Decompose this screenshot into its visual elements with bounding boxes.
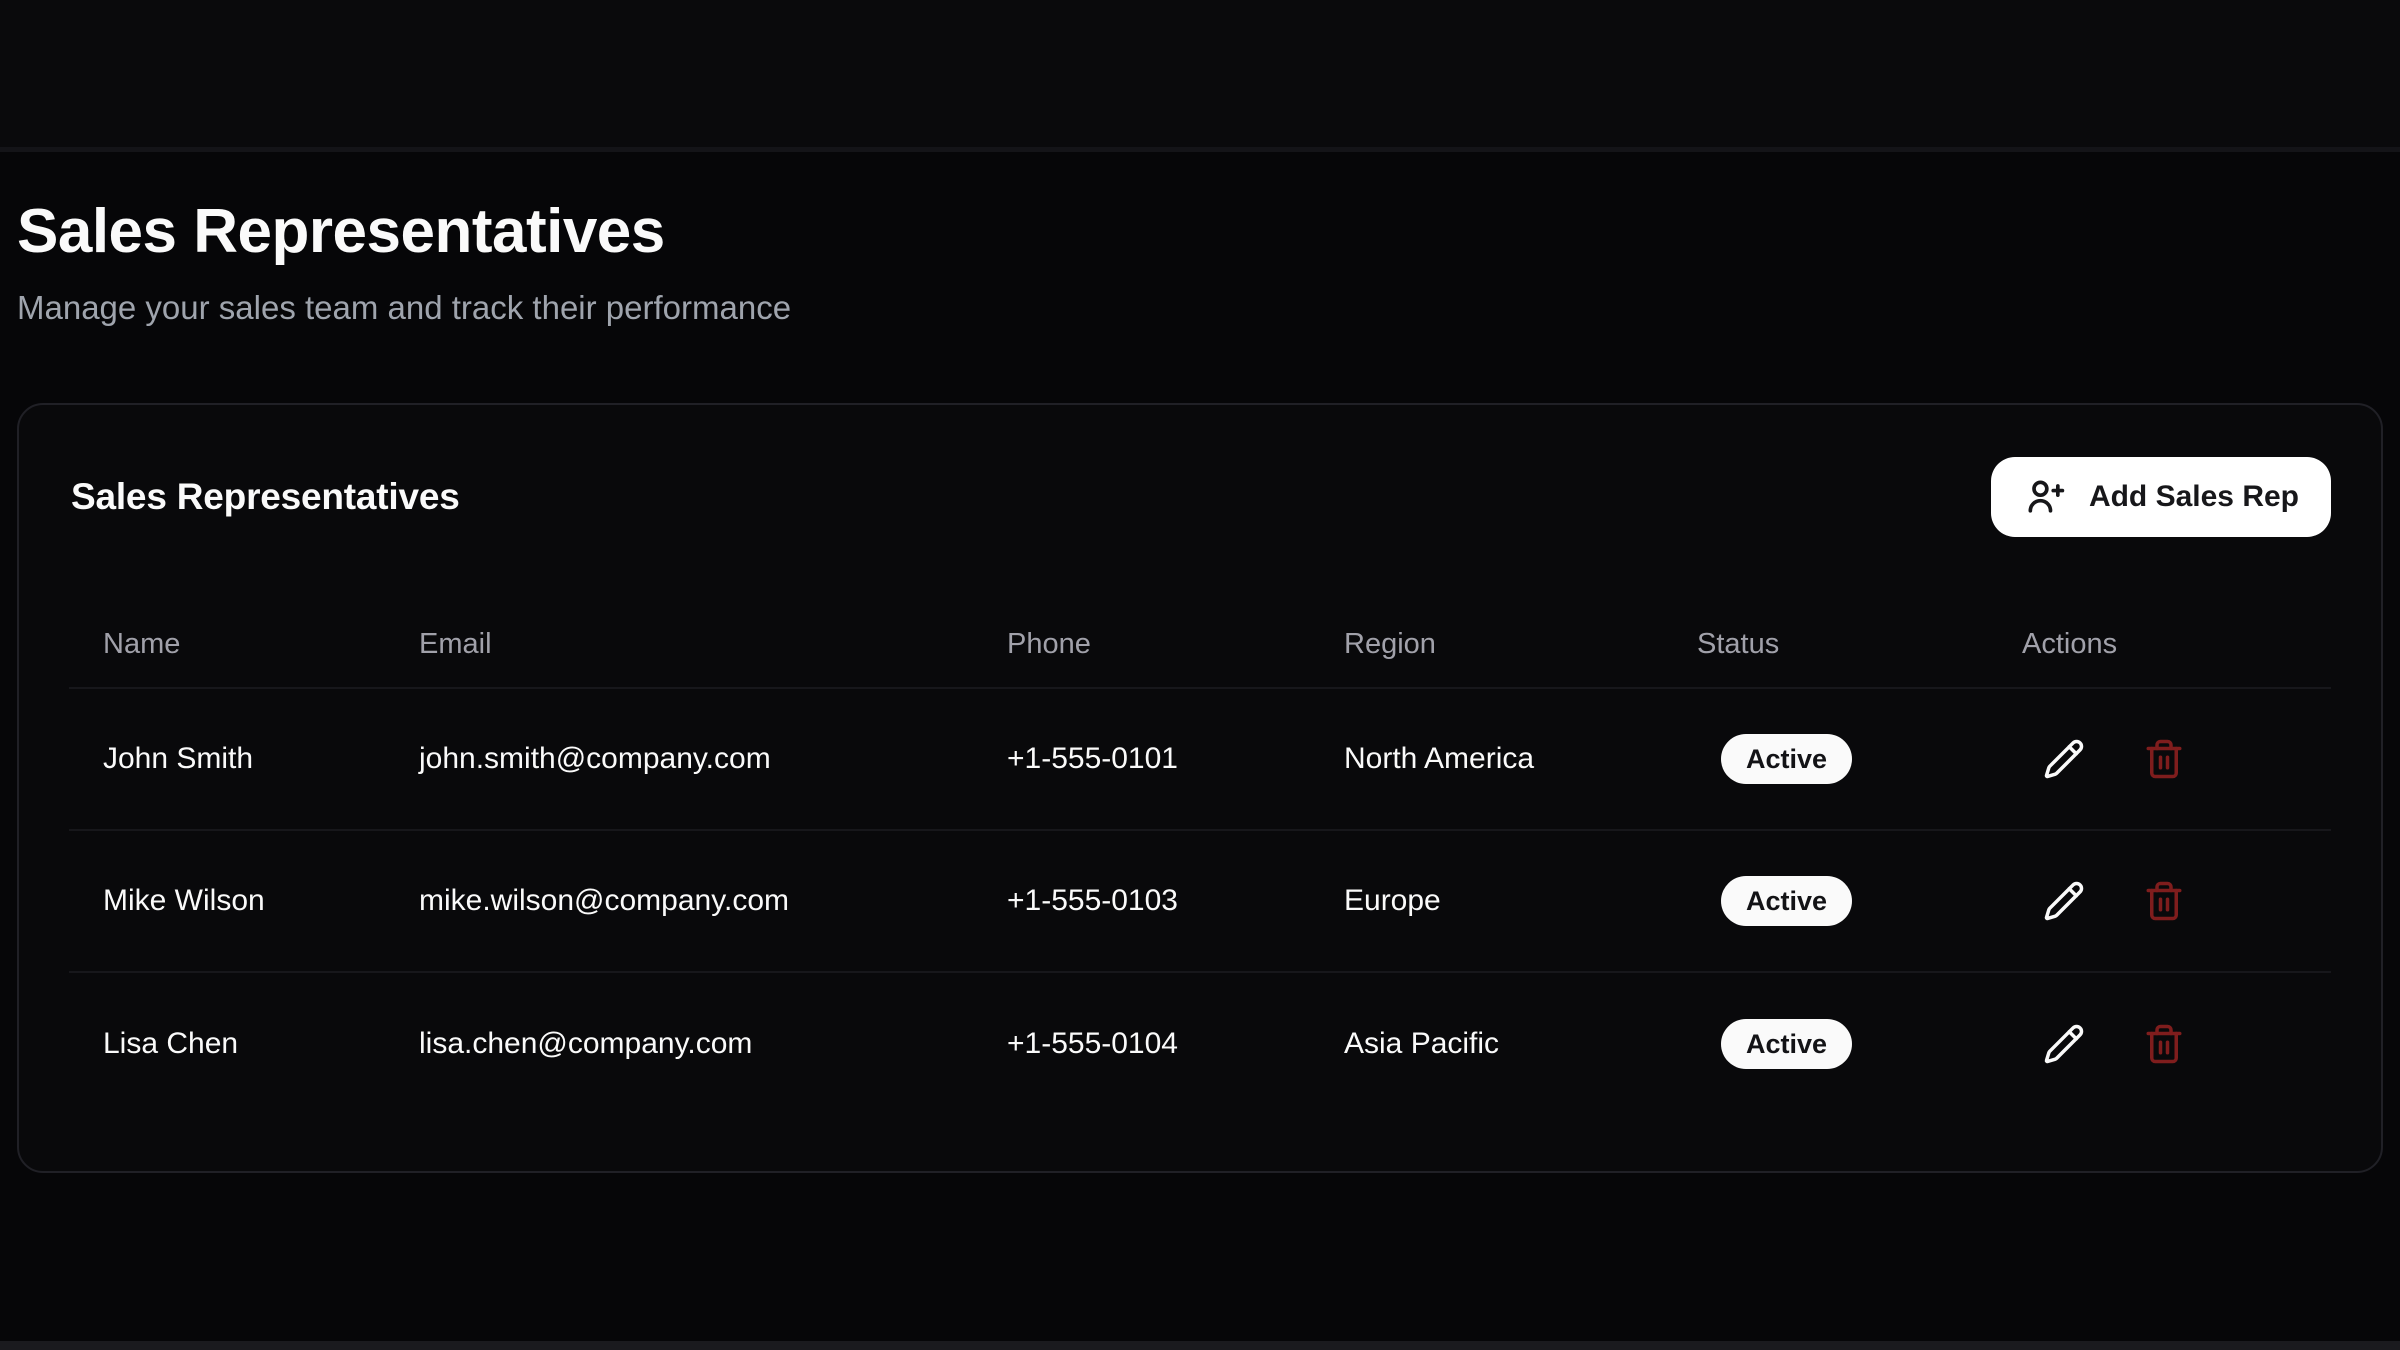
rep-region-cell: North America xyxy=(1344,742,1697,776)
trash-icon xyxy=(2143,738,2185,780)
page-content: Sales Representatives Manage your sales … xyxy=(0,0,2400,1173)
table-row: Lisa Chen lisa.chen@company.com +1-555-0… xyxy=(69,973,2331,1115)
rep-status-cell: Active xyxy=(1697,734,2022,784)
column-header-region: Region xyxy=(1344,628,1697,661)
table-row: Mike Wilson mike.wilson@company.com +1-5… xyxy=(69,831,2331,973)
bottom-edge-strip xyxy=(0,1341,2400,1350)
user-plus-icon xyxy=(2023,475,2067,519)
card-title: Sales Representatives xyxy=(71,476,460,518)
edit-button[interactable] xyxy=(2038,1018,2090,1070)
rep-phone-cell: +1-555-0104 xyxy=(1007,1027,1344,1061)
column-header-phone: Phone xyxy=(1007,628,1344,661)
column-header-actions: Actions xyxy=(2022,628,2331,661)
column-header-status: Status xyxy=(1697,628,2022,661)
column-header-email: Email xyxy=(419,628,1007,661)
status-badge: Active xyxy=(1721,876,1852,926)
table-row: John Smith john.smith@company.com +1-555… xyxy=(69,689,2331,831)
add-sales-rep-button-label: Add Sales Rep xyxy=(2089,480,2299,514)
edit-button[interactable] xyxy=(2038,733,2090,785)
rep-status-cell: Active xyxy=(1697,876,2022,926)
status-badge: Active xyxy=(1721,734,1852,784)
rep-actions-cell xyxy=(2022,1018,2331,1070)
rep-actions-cell xyxy=(2022,733,2331,785)
rep-email-cell: john.smith@company.com xyxy=(419,742,1007,776)
rep-actions-cell xyxy=(2022,875,2331,927)
rep-email-cell: lisa.chen@company.com xyxy=(419,1027,1007,1061)
rep-name-cell: John Smith xyxy=(69,742,419,776)
add-sales-rep-button[interactable]: Add Sales Rep xyxy=(1991,457,2331,537)
trash-icon xyxy=(2143,880,2185,922)
status-badge: Active xyxy=(1721,1019,1852,1069)
rep-status-cell: Active xyxy=(1697,1019,2022,1069)
trash-icon xyxy=(2143,1023,2185,1065)
rep-region-cell: Europe xyxy=(1344,884,1697,918)
rep-phone-cell: +1-555-0101 xyxy=(1007,742,1344,776)
rep-email-cell: mike.wilson@company.com xyxy=(419,884,1007,918)
column-header-name: Name xyxy=(69,628,419,661)
pencil-icon xyxy=(2043,1023,2085,1065)
sales-reps-card: Sales Representatives Add Sales Rep Name… xyxy=(17,403,2383,1173)
delete-button[interactable] xyxy=(2138,875,2190,927)
page-subtitle: Manage your sales team and track their p… xyxy=(17,285,2383,330)
pencil-icon xyxy=(2043,880,2085,922)
table-header-row: Name Email Phone Region Status Actions xyxy=(69,561,2331,689)
table-body: John Smith john.smith@company.com +1-555… xyxy=(69,689,2331,1115)
page-title: Sales Representatives xyxy=(17,196,2383,267)
pencil-icon xyxy=(2043,738,2085,780)
rep-region-cell: Asia Pacific xyxy=(1344,1027,1697,1061)
rep-phone-cell: +1-555-0103 xyxy=(1007,884,1344,918)
delete-button[interactable] xyxy=(2138,1018,2190,1070)
edit-button[interactable] xyxy=(2038,875,2090,927)
rep-name-cell: Lisa Chen xyxy=(69,1027,419,1061)
delete-button[interactable] xyxy=(2138,733,2190,785)
card-header: Sales Representatives Add Sales Rep xyxy=(19,405,2381,537)
rep-name-cell: Mike Wilson xyxy=(69,884,419,918)
sales-reps-table: Name Email Phone Region Status Actions J… xyxy=(69,561,2331,1115)
